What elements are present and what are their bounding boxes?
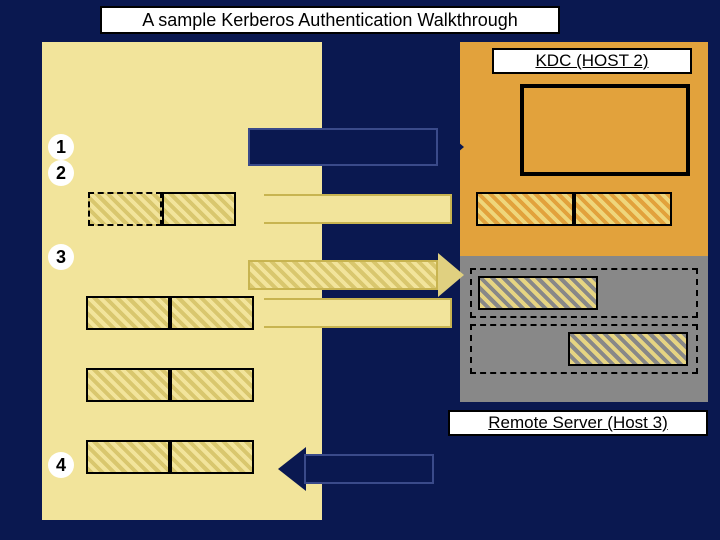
arrow-step2-head [238,187,264,231]
arrow-step3b [262,298,452,328]
step-badge-2: 2 [48,160,74,186]
step-badge-4: 4 [48,452,74,478]
arrow-step4-head-left [278,447,306,491]
arrow-step3 [248,260,438,290]
title-bar: A sample Kerberos Authentication Walkthr… [100,6,560,34]
kdc-label: KDC (HOST 2) [492,48,692,74]
tgs-ticket-a [478,276,598,310]
client-tgt-box [162,192,236,226]
client-box-5a [86,440,170,474]
client-box-5b [170,440,254,474]
kdc-box-b [574,192,672,226]
client-box-4a [86,368,170,402]
step-badge-1: 1 [48,134,74,160]
client-box-3b [170,296,254,330]
kdc-db-box [520,84,690,176]
arrow-step1 [248,128,438,166]
step-badge-3: 3 [48,244,74,270]
arrow-step1-head [438,125,464,169]
client-dashed-box [88,192,162,226]
client-box-4b [170,368,254,402]
arrow-step4-head-right [434,447,462,491]
kdc-box-a [476,192,574,226]
arrow-step4 [304,454,434,484]
tgs-ticket-b [568,332,688,366]
remote-server-label: Remote Server (Host 3) [448,410,708,436]
arrow-step2 [262,194,452,224]
client-box-3a [86,296,170,330]
arrow-step3-head [438,253,464,297]
